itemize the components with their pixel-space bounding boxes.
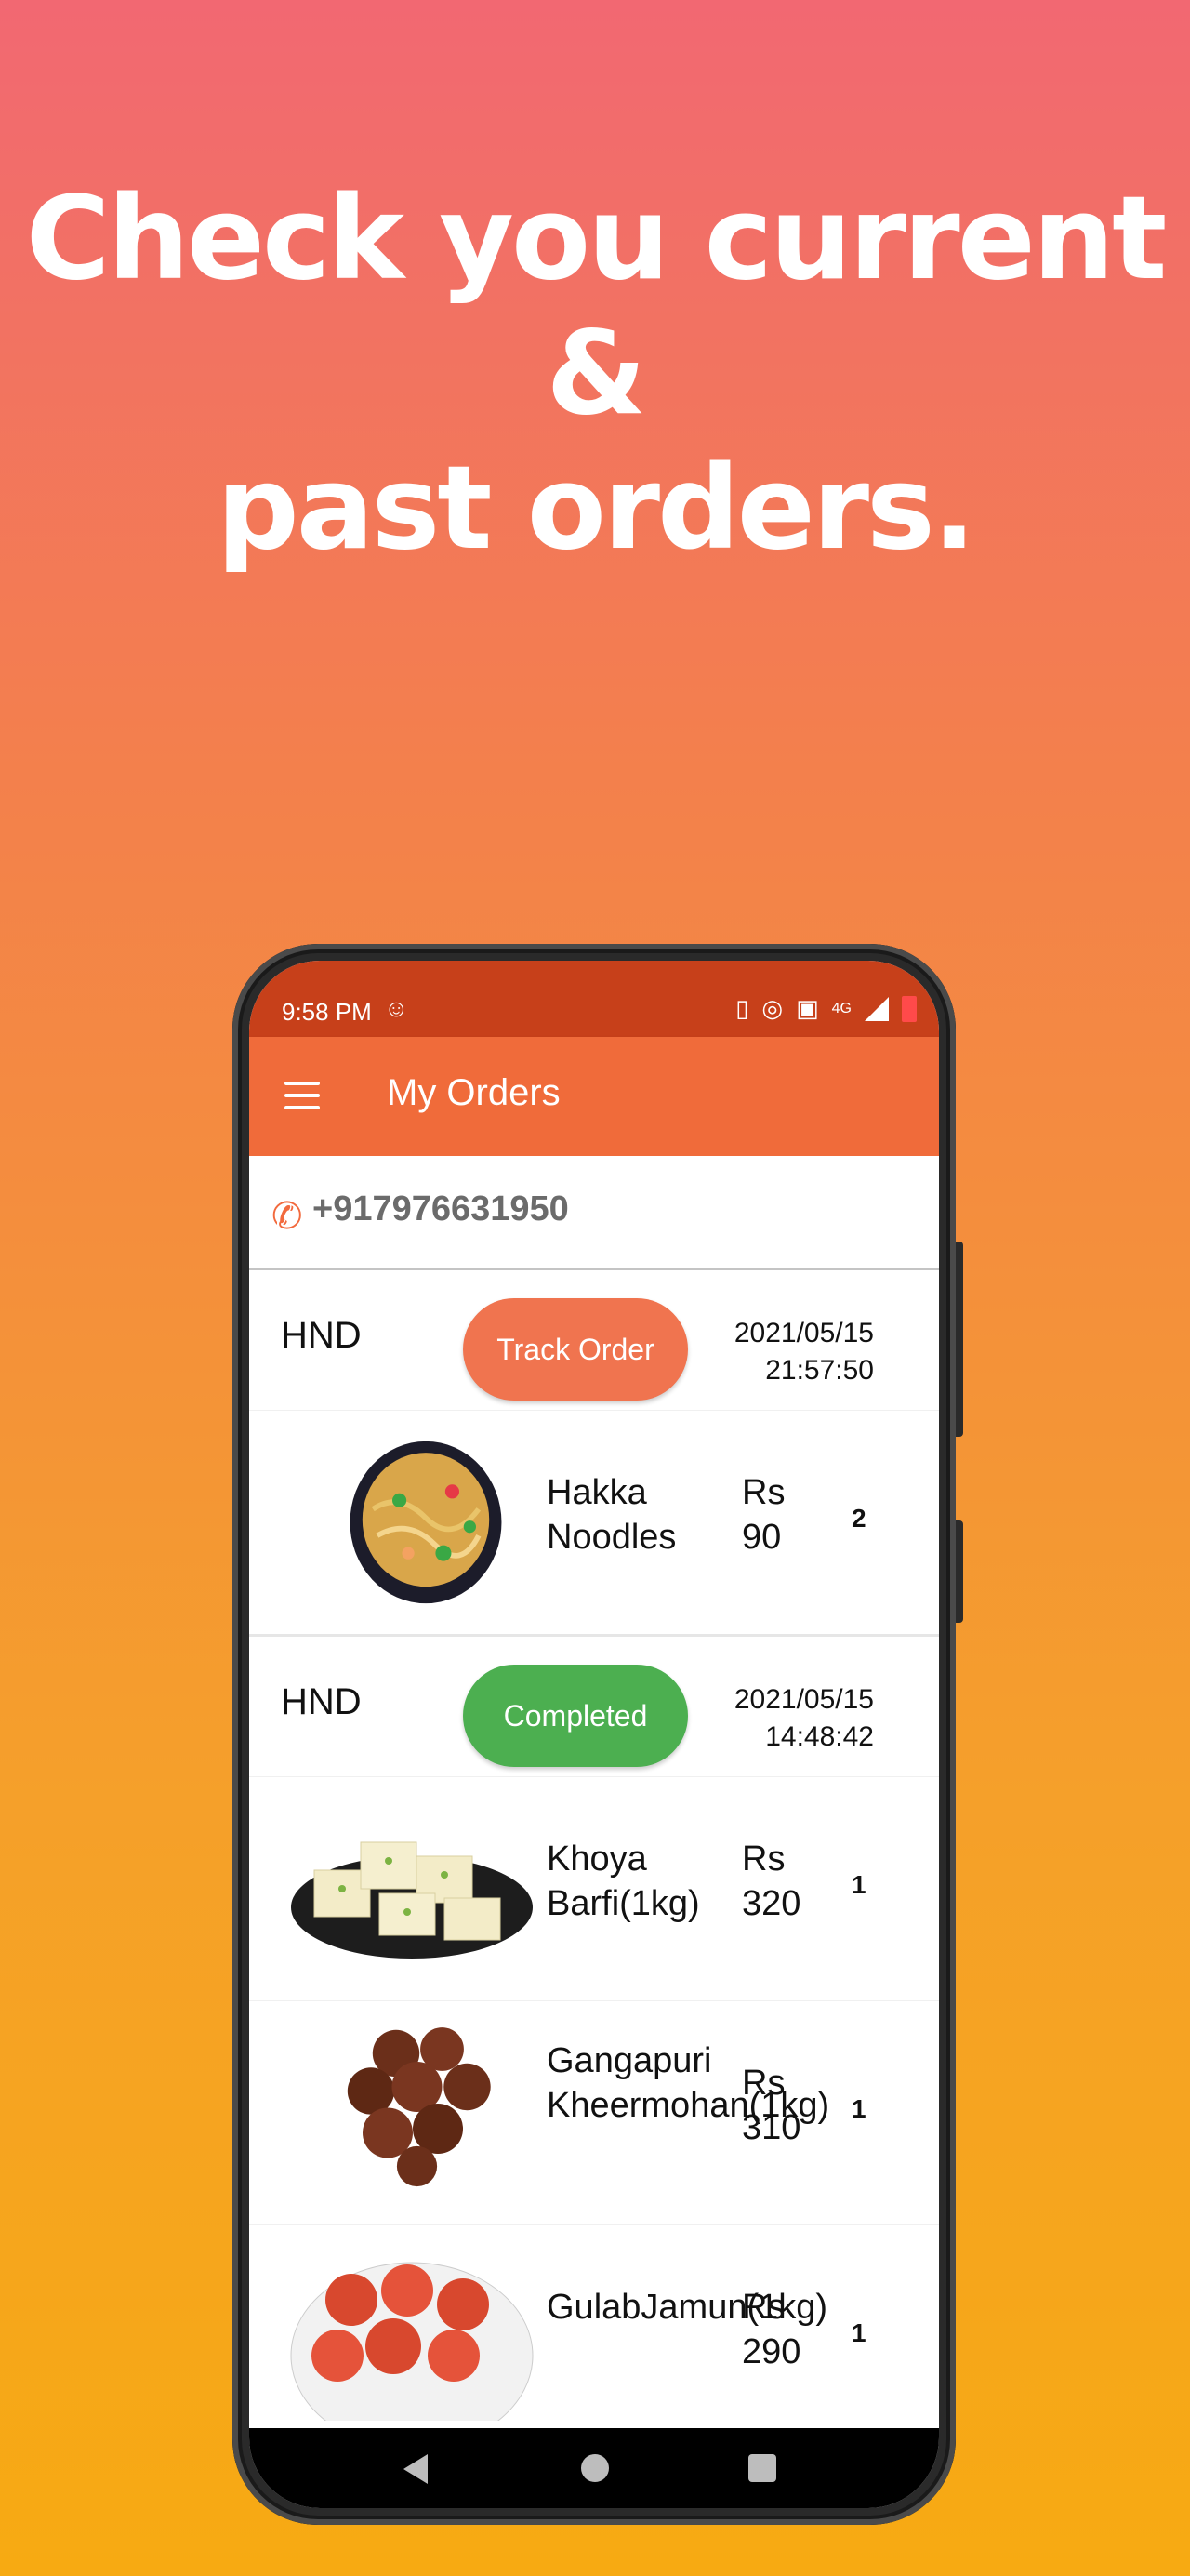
headline-line-1: Check you current (25, 172, 1168, 306)
item-price: Rs 310 (742, 2061, 807, 2150)
order-item[interactable]: Khoya Barfi(1kg) Rs 320 1 (249, 1776, 939, 2000)
system-nav-bar (249, 2428, 939, 2508)
phone-screen: 9:58 PM ☺ ▯ ◎ ▣ 4G My Orders ✆ +91797663… (249, 961, 939, 2508)
order-card: HND Track Order 2021/05/15 21:57:50 Hakk… (249, 1270, 939, 1637)
track-order-button[interactable]: Track Order (463, 1298, 688, 1401)
store-name: HND (281, 1315, 362, 1356)
order-item[interactable]: Hakka Noodles Rs 90 2 (249, 1410, 939, 1634)
item-quantity: 1 (852, 1870, 866, 1899)
item-quantity: 1 (852, 2094, 866, 2123)
status-time: 9:58 PM (282, 998, 372, 1026)
volte-icon: ▣ (796, 994, 819, 1022)
price-currency: Rs (742, 1839, 786, 1879)
app-bar: My Orders (249, 1037, 939, 1156)
order-card: HND Completed 2021/05/15 14:48:42 Khoya … (249, 1637, 939, 2428)
order-header: HND Track Order 2021/05/15 21:57:50 (249, 1270, 939, 1410)
vibrate-icon: ▯ (735, 994, 749, 1022)
price-currency: Rs (742, 2064, 786, 2103)
order-date: 2021/05/15 (734, 1318, 874, 1348)
item-price: Rs 90 (742, 1470, 807, 1560)
recent-apps-icon[interactable] (748, 2454, 776, 2482)
network-type-label: 4G (831, 1000, 852, 1016)
store-name: HND (281, 1681, 362, 1722)
home-icon[interactable] (581, 2454, 609, 2482)
gulab-jamun-image (290, 2262, 534, 2421)
item-price: Rs 290 (742, 2285, 807, 2374)
headline-line-2: & (546, 307, 646, 441)
kheermohan-image (347, 2027, 491, 2187)
completed-status-button[interactable]: Completed (463, 1665, 688, 1767)
orders-list: HND Track Order 2021/05/15 21:57:50 Hakk… (249, 1270, 939, 2428)
order-date: 2021/05/15 (734, 1684, 874, 1715)
price-value: 310 (742, 2108, 801, 2147)
hotspot-icon: ◎ (761, 994, 784, 1022)
headline-line-3: past orders. (217, 442, 976, 576)
price-currency: Rs (742, 1473, 786, 1512)
item-name: Hakka Noodles (547, 1473, 677, 1557)
price-value: 320 (742, 1884, 801, 1923)
battery-icon (902, 995, 917, 1022)
account-phone-row: ✆ +917976631950 (249, 1156, 939, 1270)
order-item[interactable]: GulabJamun(1kg) Rs 290 1 (249, 2224, 939, 2428)
order-datetime: 2021/05/15 21:57:50 (734, 1315, 874, 1389)
item-name: Khoya Barfi(1kg) (547, 1839, 700, 1923)
hakka-noodles-image (350, 1441, 502, 1604)
status-bar: 9:58 PM ☺ ▯ ◎ ▣ 4G (249, 961, 939, 1037)
back-icon[interactable] (403, 2454, 428, 2484)
item-name: Gangapuri Kheermohan(1kg) (547, 2041, 830, 2125)
order-time: 14:48:42 (765, 1721, 874, 1752)
price-value: 290 (742, 2332, 801, 2371)
order-item[interactable]: Gangapuri Kheermohan(1kg) Rs 310 1 (249, 2000, 939, 2224)
order-datetime: 2021/05/15 14:48:42 (734, 1681, 874, 1756)
order-time: 21:57:50 (765, 1355, 874, 1386)
status-icons: ▯ ◎ ▣ 4G (735, 994, 917, 1023)
item-quantity: 2 (852, 1504, 866, 1533)
phone-number: +917976631950 (312, 1189, 569, 1228)
signal-icon (865, 996, 889, 1021)
phone-frame: 9:58 PM ☺ ▯ ◎ ▣ 4G My Orders ✆ +91797663… (232, 944, 963, 2525)
page-title: My Orders (387, 1072, 561, 1113)
order-header: HND Completed 2021/05/15 14:48:42 (249, 1637, 939, 1776)
item-price: Rs 320 (742, 1837, 807, 1926)
phone-icon: ✆ (271, 1196, 303, 1237)
price-value: 90 (742, 1518, 782, 1557)
power-button (956, 1520, 963, 1623)
price-currency: Rs (742, 2288, 786, 2327)
volume-button (956, 1242, 963, 1437)
notification-icon: ☺ (384, 994, 409, 1022)
item-name: GulabJamun(1kg) (547, 2288, 828, 2327)
promo-headline: Check you current & past orders. (0, 172, 1190, 577)
khoya-barfi-image (291, 1841, 533, 1959)
hamburger-menu-icon[interactable] (284, 1082, 320, 1109)
item-quantity: 1 (852, 2318, 866, 2347)
